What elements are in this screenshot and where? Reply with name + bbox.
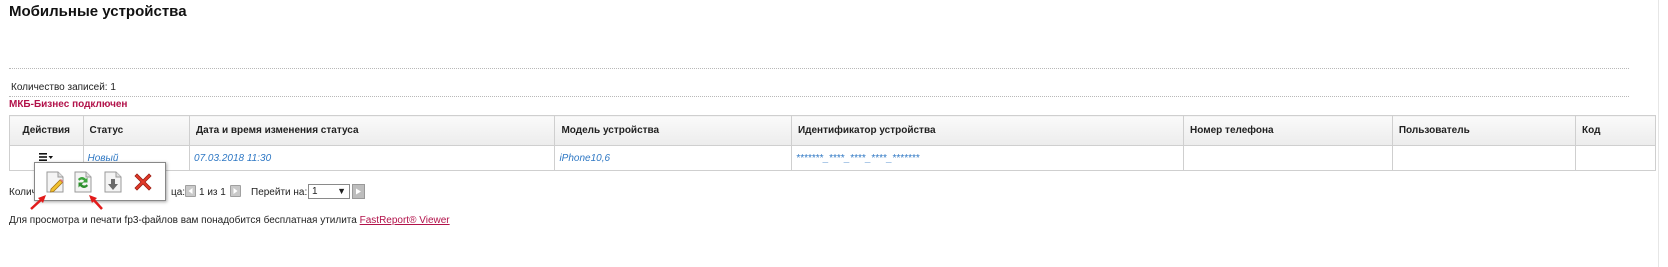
table-row: Новый 07.03.2018 11:30 iPhone10,6 ******…	[9, 145, 1656, 171]
cell-phone	[1183, 145, 1393, 171]
devices-table: Действия Статус Дата и время изменения с…	[9, 115, 1656, 171]
status-line: МКБ-Бизнес подключен	[9, 99, 128, 110]
pager-page-of: 1 из 1	[199, 187, 226, 198]
fastreport-viewer-link[interactable]: FastReport® Viewer	[360, 215, 450, 226]
cell-device-id[interactable]: *******_****_****_****_*******	[790, 145, 1185, 171]
col-header-status[interactable]: Статус	[82, 115, 191, 146]
cell-user	[1391, 145, 1577, 171]
pager-page-label: ца:	[171, 187, 186, 198]
delete-icon[interactable]	[131, 170, 155, 194]
col-header-phone[interactable]: Номер телефона	[1183, 115, 1393, 146]
page-title: Мобильные устройства	[9, 3, 187, 20]
col-header-device-id[interactable]: Идентификатор устройства	[790, 115, 1185, 146]
goto-label: Перейти на:	[251, 187, 308, 198]
goto-page-value: 1	[312, 186, 318, 197]
table-header-row: Действия Статус Дата и время изменения с…	[9, 115, 1656, 146]
edit-icon[interactable]	[43, 170, 67, 194]
scrollbar[interactable]	[1658, 0, 1668, 267]
cell-code	[1575, 145, 1656, 171]
records-count: Количество записей: 1	[11, 82, 116, 93]
divider	[9, 96, 1629, 97]
col-header-user[interactable]: Пользователь	[1391, 115, 1577, 146]
chevron-down-icon: ▼	[337, 186, 346, 196]
download-icon[interactable]	[101, 170, 125, 194]
recycle-icon[interactable]	[71, 170, 95, 194]
col-header-date[interactable]: Дата и время изменения статуса	[189, 115, 556, 146]
divider	[9, 68, 1629, 69]
goto-page-button[interactable]	[352, 184, 365, 199]
cell-date[interactable]: 07.03.2018 11:30	[189, 145, 556, 171]
goto-page-select[interactable]: 1 ▼	[308, 184, 350, 199]
footer-note: Для просмотра и печати fp3-файлов вам по…	[9, 215, 450, 226]
cell-model[interactable]: iPhone10,6	[554, 145, 792, 171]
col-header-code[interactable]: Код	[1575, 115, 1656, 146]
next-page-button[interactable]	[230, 185, 241, 197]
prev-page-button[interactable]	[185, 185, 196, 197]
footer-text: Для просмотра и печати fp3-файлов вам по…	[9, 215, 357, 226]
col-header-model[interactable]: Модель устройства	[554, 115, 792, 146]
col-header-actions[interactable]: Действия	[9, 115, 84, 146]
